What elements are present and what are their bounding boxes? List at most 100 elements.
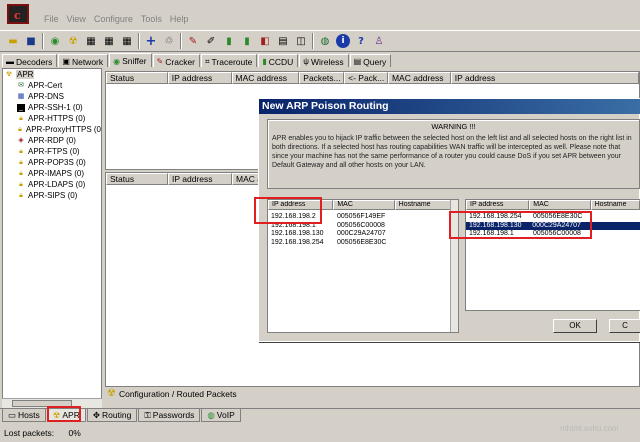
user-icon[interactable]: ♙	[372, 34, 386, 48]
rdp-icon: ◈	[18, 136, 24, 144]
col-hostname[interactable]: Hostname	[590, 200, 640, 210]
tab-query[interactable]: ▤ Query	[349, 54, 392, 67]
tab-label: Routing	[102, 410, 132, 420]
tab-label: Passwords	[152, 410, 195, 420]
phone-icon: ◍	[207, 409, 215, 420]
tab-label: Wireless	[311, 56, 344, 67]
lock-icon: 🔒︎	[19, 147, 23, 155]
tree-root[interactable]: ☢ APR	[3, 69, 101, 80]
save-icon[interactable]: ■	[24, 34, 38, 48]
grid3-icon[interactable]: ▦	[120, 34, 134, 48]
tab-cracker[interactable]: ✎ Cracker	[152, 54, 201, 67]
row-mac: 005056E8E30C	[337, 238, 387, 246]
config-routed-tab[interactable]: ☢ Configuration / Routed Packets	[105, 387, 405, 400]
col-packets[interactable]: Packets...	[299, 72, 345, 84]
tab-routing[interactable]: ✥ Routing	[86, 409, 138, 422]
col-status[interactable]: Status	[106, 173, 168, 185]
db-icon[interactable]: ▤	[276, 34, 290, 48]
right-ip-highlight	[449, 211, 592, 239]
decoders-icon: ▬	[6, 57, 14, 66]
tab-label: Decoders	[16, 56, 53, 67]
lock-icon: 🔒︎	[19, 158, 23, 166]
ok-button[interactable]: OK	[553, 319, 597, 333]
network-icon[interactable]: ☢	[66, 34, 80, 48]
tape-icon[interactable]: ◫	[294, 34, 308, 48]
battery-icon[interactable]: ▮	[222, 34, 236, 48]
pen-icon[interactable]: ✐	[204, 34, 218, 48]
menu-help[interactable]: Help	[166, 14, 193, 28]
tree-item[interactable]: 🔒︎ APR-POP3S (0)	[3, 157, 101, 168]
tree-item[interactable]: ✉ APR-Cert	[3, 80, 101, 91]
warning-box: WARNING !!! APR enables you to hijack IP…	[267, 119, 640, 189]
cancel-button[interactable]: C	[609, 319, 640, 333]
tree-item[interactable]: 🔒︎ APR-ProxyHTTPS (0	[3, 124, 101, 135]
col-mac[interactable]: MAC address	[231, 72, 300, 84]
menu-view[interactable]: View	[63, 14, 90, 28]
tree-item[interactable]: 🔒︎ APR-IMAPS (0)	[3, 168, 101, 179]
row-mac: 005056C00008	[337, 221, 385, 229]
tab-passwords[interactable]: ⚿ Passwords	[138, 409, 201, 422]
col-ip[interactable]: IP address	[466, 200, 530, 210]
add-icon[interactable]: +	[144, 34, 158, 49]
list-row[interactable]: 192.168.198.130 000C29A24707	[268, 230, 458, 239]
tree-item-label: APR-POP3S (0)	[28, 158, 86, 167]
toolbar: ▬ ■ ◉ ☢ ▦ ▦ ▦ + ♲ ✎ ✐ ▮ ▮ ◧ ▤ ◫ ◍ i ? ♙	[0, 30, 640, 52]
col-mac[interactable]: MAC	[333, 200, 395, 210]
apr-tab-highlight	[47, 406, 81, 422]
col-mac2[interactable]: MAC address	[387, 72, 451, 84]
row-mac: 005056F149EF	[337, 213, 386, 220]
col-packets-back[interactable]: <- Pack...	[344, 72, 388, 84]
tab-decoders[interactable]: ▬ Decoders	[2, 54, 58, 67]
radiation-icon: ☢	[5, 70, 13, 78]
battery2-icon[interactable]: ▮	[240, 34, 254, 48]
col-ip[interactable]: IP address	[167, 72, 232, 84]
tab-label: VoIP	[216, 410, 235, 420]
tree-item[interactable]: 🔒︎ APR-FTPS (0)	[3, 146, 101, 157]
list-row[interactable]: 192.168.198.254 005056E8E30C	[268, 239, 458, 248]
info-icon[interactable]: i	[336, 34, 350, 48]
toolbar-separator	[138, 33, 140, 49]
menu-file[interactable]: File	[40, 14, 63, 28]
menu-tools[interactable]: Tools	[137, 14, 166, 28]
apr-tree: ☢ APR ✉ APR-Cert ▦ APR-DNS _ APR-SSH-1 (0) 🔒…	[2, 68, 102, 408]
grid-header: Status IP address MAC address Packets...…	[106, 72, 639, 84]
tree-root-label: APR	[16, 70, 35, 79]
ccdu-icon: ▮	[262, 57, 267, 66]
col-hostname[interactable]: Hostname	[394, 200, 458, 210]
tree-item[interactable]: 🔒︎ APR-SIPS (0)	[3, 190, 101, 201]
tree-item-label: APR-HTTPS (0)	[28, 114, 86, 123]
tab-label: Traceroute	[211, 56, 253, 67]
tree-item[interactable]: 🔒︎ APR-HTTPS (0)	[3, 113, 101, 124]
cracker-icon[interactable]: ✎	[186, 34, 200, 48]
grid-icon[interactable]: ▦	[84, 34, 98, 48]
tab-ccdu[interactable]: ▮ CCDU	[258, 54, 299, 67]
tree-item-label: APR-FTPS (0)	[28, 147, 80, 156]
tree-item[interactable]: 🔒︎ APR-LDAPS (0)	[3, 179, 101, 190]
network-tab-icon: ▣	[62, 57, 70, 66]
tree-item[interactable]: ▦ APR-DNS	[3, 91, 101, 102]
routing-icon: ✥	[92, 409, 100, 420]
col-mac[interactable]: MAC	[529, 200, 591, 210]
tab-traceroute[interactable]: ⌗ Traceroute	[201, 54, 258, 67]
tab-sniffer[interactable]: ◉ Sniffer	[109, 53, 152, 67]
open-icon[interactable]: ▬	[6, 34, 20, 48]
delete-icon[interactable]: ♲	[162, 34, 176, 48]
grid2-icon[interactable]: ▦	[102, 34, 116, 48]
menu-configure[interactable]: Configure	[90, 14, 137, 28]
tab-wireless[interactable]: ψ Wireless	[299, 54, 349, 67]
tree-item[interactable]: ◈ APR-RDP (0)	[3, 135, 101, 146]
tab-hosts[interactable]: ▭ Hosts	[2, 409, 46, 422]
col-ip[interactable]: IP address	[168, 173, 232, 185]
cert-icon: ✉	[18, 81, 24, 89]
dns-icon: ▦	[17, 92, 25, 100]
tab-voip[interactable]: ◍ VoIP	[201, 409, 241, 422]
tab-network[interactable]: ▣ Network	[58, 54, 109, 67]
sniffer-icon[interactable]: ◉	[48, 34, 62, 48]
logo-glyph: c	[14, 9, 21, 22]
web-icon[interactable]: ◍	[318, 34, 332, 48]
tree-item[interactable]: _ APR-SSH-1 (0)	[3, 102, 101, 113]
help-icon[interactable]: ?	[354, 34, 368, 48]
hash-icon[interactable]: ◧	[258, 34, 272, 48]
col-status[interactable]: Status	[106, 72, 168, 84]
col-ip2[interactable]: IP address	[450, 72, 639, 84]
